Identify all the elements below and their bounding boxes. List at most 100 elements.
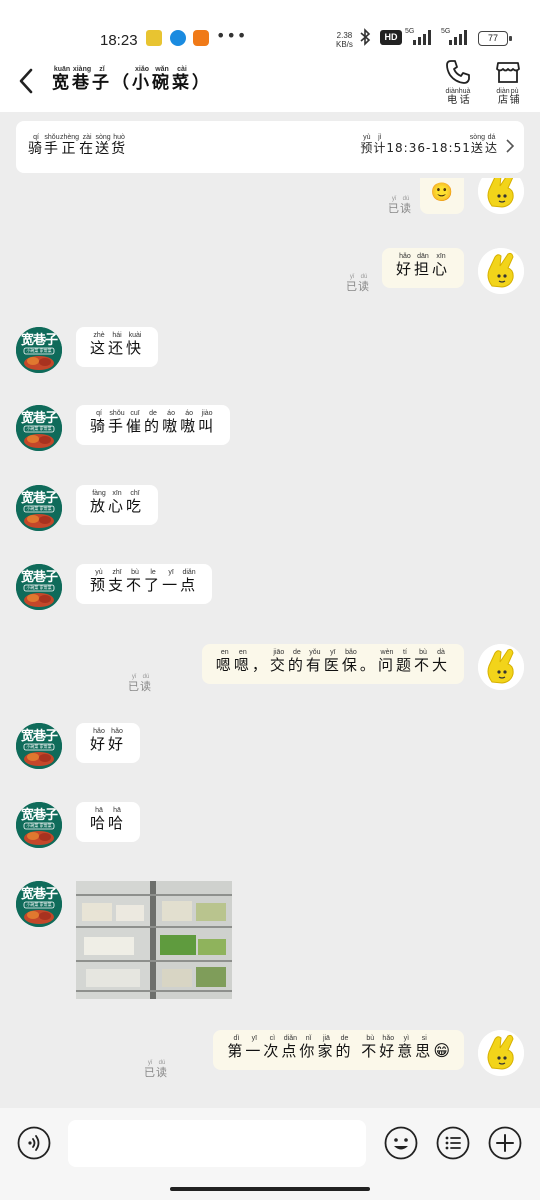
message-input[interactable] [68,1120,366,1167]
chat-messages[interactable]: 已yǐ读dú 🙂 已yǐ读dú 好hǎo担dān心xīn 宽巷子 小碗菜 家常菜 … [0,178,540,1108]
message-char: 的de [335,1035,354,1060]
read-receipt: 已yǐ读dú [144,1060,168,1080]
message-char: 嗯en [215,649,234,674]
message-char: 不bù [413,649,432,674]
title-char: 巷xiàng [72,66,92,93]
chat-header: 宽kuān巷xiàng子zǐ（ 小xiǎo碗wǎn菜cài） 电diàn话huà… [0,54,540,112]
message-emoji: 😁 [433,1041,450,1060]
phone-icon [446,60,470,84]
status-char: 正zhèng [60,134,80,157]
message-char: ， [251,656,270,674]
message-text: 好hǎo担dān心xīn [396,253,450,278]
message-bubble-out[interactable]: 第dì一yī次cì点diǎn你nǐ家jiā的de 不bù好hǎo意yì思si😁 [213,1030,464,1070]
message-text: 哈hā哈hā [90,807,127,832]
self-avatar[interactable] [478,248,524,294]
status-char: 送sòng [95,134,112,157]
shop-button[interactable]: 店diàn铺pù [486,58,530,112]
message-char: 嗷áo [180,410,199,435]
status-char: 骑qí [28,134,44,157]
label-char: 铺pù [509,88,520,106]
shop-logo-name: 宽巷子 [20,411,58,426]
shop-avatar[interactable]: 宽巷子 小碗菜 家常菜 [16,802,62,848]
message-char: 保bǎo [341,649,360,674]
shop-avatar[interactable]: 宽巷子 小碗菜 家常菜 [16,405,62,451]
quick-reply-icon[interactable] [436,1126,470,1160]
shop-logo-subtitle: 小碗菜 家常菜 [26,426,52,431]
message-char: 。 [359,656,378,674]
emoji-icon[interactable] [384,1126,418,1160]
self-avatar[interactable] [478,178,524,214]
message-bubble-in[interactable]: 骑qí手shǒu催cuī的de嗷áo嗷áo叫jiào [76,405,231,445]
thumbs-up-hand-icon [478,178,524,214]
message-char: 次cì [263,1035,282,1060]
thumbs-up-hand-icon [478,1030,524,1076]
title-char: 菜cài [172,66,192,93]
signal-1-icon [413,30,431,45]
message-char: 支zhī [108,569,127,594]
self-avatar[interactable] [478,644,524,690]
message-bubble-in[interactable]: 哈hā哈hā [76,802,141,842]
message-char: 点diǎn [180,569,199,594]
shop-logo-subtitle: 小碗菜 家常菜 [26,823,52,828]
shop-avatar[interactable]: 宽巷子 小碗菜 家常菜 [16,564,62,610]
read-receipt: 已yǐ读dú [346,274,370,294]
message-char: 的de [144,410,163,435]
shop-logo-subtitle: 小碗菜 家常菜 [26,348,52,353]
add-more-icon[interactable] [488,1126,522,1160]
shop-label: 店diàn铺pù [486,88,530,106]
message-char: 吃chī [126,490,145,515]
message-bubble-in[interactable]: 预yù支zhī不bù了le一yī点diǎn [76,564,213,604]
home-indicator[interactable] [170,1187,370,1191]
message-char: 担dān [413,253,432,278]
message-bubble-out[interactable]: 好hǎo担dān心xīn [381,248,464,288]
thumbs-up-hand-icon [478,644,524,690]
chevron-right-icon [506,139,514,153]
message-bubble-out[interactable]: 嗯en嗯en， 交jiāo的de有yǒu医yī保bǎo。 问wèn题tí不bù大… [201,644,464,684]
message-char: 交jiāo [269,649,288,674]
battery-icon: 77 [478,31,512,46]
message-char: 好hǎo [379,1035,398,1060]
eta-time: 18:36-18:51 [386,141,471,155]
shop-logo-name: 宽巷子 [20,887,58,902]
app-notification-icon [146,30,162,46]
shop-logo-name: 宽巷子 [20,333,58,348]
message-text: 好hǎo好hǎo [90,728,126,753]
message-char: 不bù [126,569,145,594]
read-char: 读dú [358,274,370,293]
read-char: 已yǐ [388,196,400,215]
phone-button[interactable]: 电diàn话huà [436,58,480,112]
chat-title: 宽kuān巷xiàng子zǐ（ 小xiǎo碗wǎn菜cài） [52,66,212,93]
message-char: 点diǎn [281,1035,300,1060]
title-char: 碗wǎn [152,66,172,93]
self-avatar[interactable] [478,1030,524,1076]
delivery-status-card[interactable]: 骑qí手shǒu正zhèng在zài送sòng货huò 预yù计jì18:36-… [16,121,524,173]
message-char: 叫jiào [198,410,217,435]
message-char: 还hái [108,332,127,357]
message-char: 这zhè [90,332,109,357]
label-char: 店diàn [496,88,510,106]
message-char: 第dì [227,1035,246,1060]
message-char: 心xīn [431,253,450,278]
back-arrow-icon[interactable] [14,66,40,96]
shop-avatar[interactable]: 宽巷子 小碗菜 家常菜 [16,327,62,373]
message-char: 题tí [395,649,414,674]
more-notifications-icon: ••• [216,26,248,45]
voice-input-icon[interactable] [17,1126,51,1160]
message-bubble-in[interactable]: 这zhè还hái快kuài [76,327,159,367]
message-char: 家jiā [317,1035,336,1060]
message-char: 哈hā [108,807,127,832]
shop-avatar[interactable]: 宽巷子 小碗菜 家常菜 [16,881,62,927]
message-bubble-out[interactable]: 🙂 [420,178,464,214]
shop-avatar[interactable]: 宽巷子 小碗菜 家常菜 [16,485,62,531]
message-char: 嗷áo [162,410,181,435]
app-notification-icon [170,30,186,46]
message-char: 思si [415,1035,434,1060]
shop-avatar[interactable]: 宽巷子 小碗菜 家常菜 [16,723,62,769]
shop-logo-subtitle: 小碗菜 家常菜 [26,506,52,511]
message-emoji: 🙂 [430,182,454,203]
message-bubble-in[interactable]: 好hǎo好hǎo [76,723,141,763]
delivery-eta: 预yù计jì18:36-18:51送sòng达dá [360,134,498,156]
message-bubble-in[interactable]: 放fàng心xīn吃chī [76,485,159,525]
message-char: 一yī [162,569,181,594]
message-photo[interactable] [76,881,232,999]
